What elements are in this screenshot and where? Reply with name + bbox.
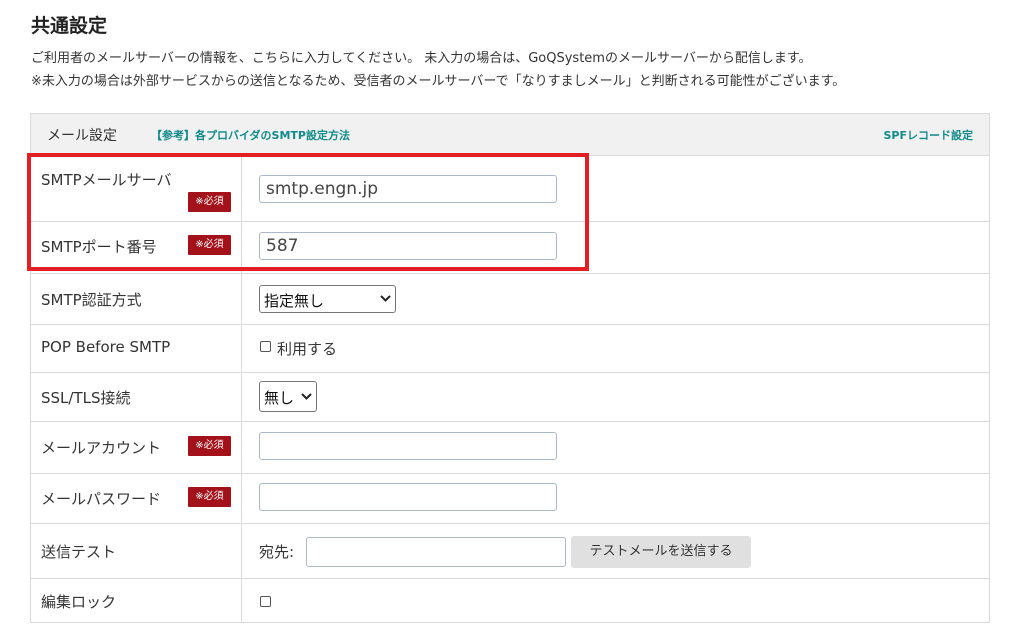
page-warning-note: ※未入力の場合は外部サービスからの送信となるため、受信者のメールサーバーで「なり… — [31, 74, 846, 89]
chevron-down-icon — [301, 393, 312, 400]
edit-lock-label: 編集ロック — [41, 593, 117, 611]
mail-password-row: メールパスワード ※必須 — [31, 474, 989, 524]
required-badge: ※必須 — [188, 192, 231, 212]
ssl-tls-selected-value: 無し — [264, 389, 295, 407]
pop-before-smtp-value-cell: 利用する — [242, 325, 989, 372]
smtp-server-label-cell: SMTPメールサーバ ※必須 — [31, 156, 242, 221]
smtp-auth-select[interactable]: 指定無し — [259, 285, 396, 313]
ssl-tls-label-cell: SSL/TLS接続 — [31, 373, 242, 421]
mail-settings-title: メール設定 — [47, 128, 117, 144]
pop-before-smtp-checkbox[interactable] — [260, 341, 271, 352]
send-test-value-cell: 宛先: テストメールを送信する — [242, 524, 989, 578]
ssl-tls-label: SSL/TLS接続 — [41, 389, 131, 407]
required-badge: ※必須 — [188, 436, 231, 456]
page-title: 共通設定 — [31, 15, 108, 37]
pop-before-smtp-row: POP Before SMTP 利用する — [31, 325, 989, 373]
mail-settings-header: メール設定 【参考】各プロバイダのSMTP設定方法 SPFレコード設定 — [31, 114, 989, 156]
smtp-auth-label: SMTP認証方式 — [41, 291, 142, 309]
smtp-server-label: SMTPメールサーバ — [41, 171, 172, 189]
page-description: ご利用者のメールサーバーの情報を、こちらに入力してください。 未入力の場合は、G… — [31, 51, 812, 66]
smtp-server-row: SMTPメールサーバ ※必須 — [31, 156, 989, 222]
smtp-auth-value-cell: 指定無し — [242, 274, 989, 324]
smtp-auth-row: SMTP認証方式 指定無し — [31, 274, 989, 325]
smtp-server-value-cell — [242, 156, 989, 221]
required-badge: ※必須 — [188, 235, 231, 255]
send-test-to-label: 宛先: — [259, 543, 295, 561]
smtp-port-label: SMTPポート番号 — [41, 238, 157, 256]
pop-before-smtp-label: POP Before SMTP — [41, 338, 171, 356]
mail-password-input[interactable] — [259, 483, 557, 511]
ssl-tls-value-cell: 無し — [242, 373, 989, 421]
smtp-reference-link[interactable]: 【参考】各プロバイダのSMTP設定方法 — [151, 127, 350, 143]
edit-lock-row: 編集ロック — [31, 579, 989, 622]
edit-lock-value-cell — [242, 579, 989, 622]
smtp-auth-selected-value: 指定無し — [264, 292, 325, 310]
mail-account-value-cell — [242, 422, 989, 473]
send-test-label: 送信テスト — [41, 543, 117, 561]
chevron-down-icon — [380, 295, 391, 302]
smtp-server-input[interactable] — [259, 175, 557, 203]
smtp-port-input[interactable] — [259, 232, 557, 260]
edit-lock-checkbox[interactable] — [260, 596, 271, 607]
smtp-port-row: SMTPポート番号 ※必須 — [31, 222, 989, 274]
send-test-mail-button[interactable]: テストメールを送信する — [571, 536, 751, 568]
mail-account-row: メールアカウント ※必須 — [31, 422, 989, 474]
smtp-port-label-cell: SMTPポート番号 ※必須 — [31, 222, 242, 273]
required-badge: ※必須 — [188, 487, 231, 507]
mail-account-input[interactable] — [259, 432, 557, 460]
mail-account-label-cell: メールアカウント ※必須 — [31, 422, 242, 473]
send-test-label-cell: 送信テスト — [31, 524, 242, 578]
edit-lock-label-cell: 編集ロック — [31, 579, 242, 622]
mail-password-value-cell — [242, 474, 989, 523]
spf-record-link[interactable]: SPFレコード設定 — [884, 127, 974, 143]
ssl-tls-row: SSL/TLS接続 無し — [31, 373, 989, 422]
mail-account-label: メールアカウント — [41, 439, 162, 457]
send-test-to-input[interactable] — [306, 537, 566, 567]
send-test-row: 送信テスト 宛先: テストメールを送信する — [31, 524, 989, 579]
pop-before-smtp-checkbox-label[interactable]: 利用する — [277, 338, 337, 359]
pop-before-smtp-label-cell: POP Before SMTP — [31, 325, 242, 372]
mail-settings-panel: メール設定 【参考】各プロバイダのSMTP設定方法 SPFレコード設定 SMTP… — [30, 113, 990, 623]
mail-password-label: メールパスワード — [41, 490, 162, 508]
smtp-auth-label-cell: SMTP認証方式 — [31, 274, 242, 324]
smtp-port-value-cell — [242, 222, 989, 273]
ssl-tls-select[interactable]: 無し — [259, 381, 317, 412]
mail-password-label-cell: メールパスワード ※必須 — [31, 474, 242, 523]
